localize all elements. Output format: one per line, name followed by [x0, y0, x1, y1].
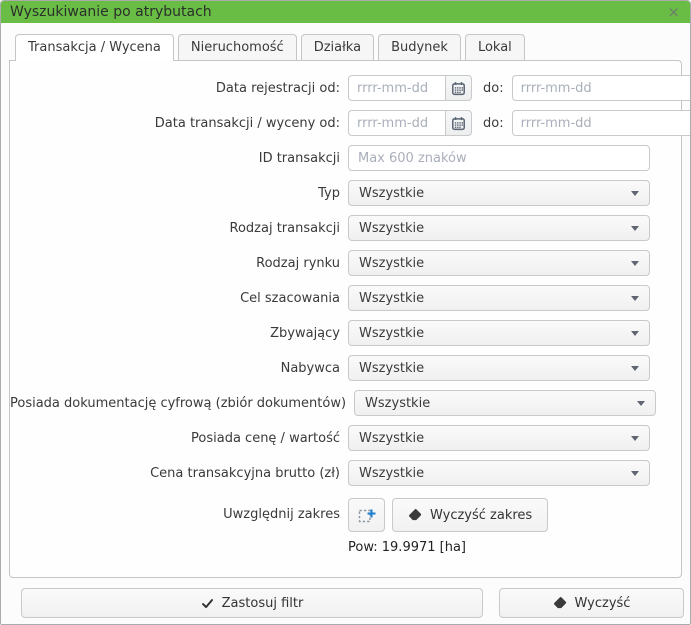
- select-value: Wszystkie: [359, 291, 631, 306]
- chevron-down-icon: [631, 261, 639, 266]
- cel-szacowania-select[interactable]: Wszystkie: [348, 285, 650, 311]
- do-label: do:: [483, 116, 504, 131]
- form-row-dokumentacja-cyfrowa: Posiada dokumentację cyfrową (zbiór doku…: [10, 390, 681, 416]
- date-group: [512, 75, 691, 101]
- field-label: Typ: [10, 186, 348, 201]
- clear-filter-label: Wyczyść: [575, 596, 631, 611]
- field-label: Cena transakcyjna brutto (zł): [10, 466, 348, 481]
- eraser-icon: [408, 508, 422, 522]
- form-row-zbywajacy: Zbywający Wszystkie: [10, 320, 681, 346]
- eraser-icon: [553, 596, 567, 610]
- dialog-footer: Zastosuj filtr Wyczyść: [1, 578, 690, 618]
- tab-bar: Transakcja / Wycena Nieruchomość Działka…: [15, 34, 682, 60]
- select-value: Wszystkie: [359, 186, 631, 201]
- calendar-icon: [451, 81, 466, 96]
- date-group: [512, 110, 691, 136]
- check-icon: [201, 597, 214, 610]
- form-row-cel-szacowania: Cel szacowania Wszystkie: [10, 285, 681, 311]
- form-row-rodzaj-transakcji: Rodzaj transakcji Wszystkie: [10, 215, 681, 241]
- id-transakcji-input[interactable]: [348, 145, 650, 171]
- tab-nieruchomosc[interactable]: Nieruchomość: [178, 34, 297, 60]
- dialog-title: Wyszukiwanie po atrybutach: [10, 1, 665, 23]
- chevron-down-icon: [631, 296, 639, 301]
- data-transakcji-od-input[interactable]: [348, 110, 445, 136]
- form-row-data-rejestracji: Data rejestracji od:: [10, 75, 681, 101]
- data-rejestracji-do-input[interactable]: [512, 75, 691, 101]
- area-value: Pow: 19.9971 [ha]: [348, 540, 650, 555]
- date-group: [348, 110, 472, 136]
- tab-transakcja-wycena[interactable]: Transakcja / Wycena: [15, 34, 174, 61]
- chevron-down-icon: [631, 331, 639, 336]
- field-label: Data transakcji / wyceny od:: [10, 116, 348, 131]
- field-label: Cel szacowania: [10, 291, 348, 306]
- titlebar: Wyszukiwanie po atrybutach ×: [1, 1, 690, 23]
- tab-panel-transakcja-wycena: Data rejestracji od:: [9, 60, 682, 578]
- form-row-uwzglednij-zakres: Uwzględnij zakres: [10, 498, 681, 555]
- form-row-rodzaj-rynku: Rodzaj rynku Wszystkie: [10, 250, 681, 276]
- field-label: Rodzaj rynku: [10, 256, 348, 271]
- select-value: Wszystkie: [365, 396, 637, 411]
- field-label: ID transakcji: [10, 151, 348, 166]
- posiada-cene-select[interactable]: Wszystkie: [348, 425, 650, 451]
- field-label: Data rejestracji od:: [10, 81, 348, 96]
- close-icon[interactable]: ×: [665, 1, 682, 23]
- select-value: Wszystkie: [359, 431, 631, 446]
- rodzaj-transakcji-select[interactable]: Wszystkie: [348, 215, 650, 241]
- form-row-id-transakcji: ID transakcji: [10, 145, 681, 171]
- clear-extent-label: Wyczyść zakres: [430, 508, 532, 523]
- apply-filter-label: Zastosuj filtr: [222, 596, 304, 611]
- typ-select[interactable]: Wszystkie: [348, 180, 650, 206]
- chevron-down-icon: [631, 226, 639, 231]
- field-label: Uwzględnij zakres: [10, 498, 348, 522]
- form-row-nabywca: Nabywca Wszystkie: [10, 355, 681, 381]
- form-row-typ: Typ Wszystkie: [10, 180, 681, 206]
- field-label: Nabywca: [10, 361, 348, 376]
- data-rejestracji-od-input[interactable]: [348, 75, 445, 101]
- select-value: Wszystkie: [359, 221, 631, 236]
- chevron-down-icon: [637, 401, 645, 406]
- tab-budynek[interactable]: Budynek: [378, 34, 461, 60]
- field-label: Posiada dokumentację cyfrową (zbiór doku…: [10, 396, 354, 411]
- chevron-down-icon: [631, 471, 639, 476]
- select-value: Wszystkie: [359, 466, 631, 481]
- field-label: Posiada cenę / wartość: [10, 431, 348, 446]
- chevron-down-icon: [631, 366, 639, 371]
- do-label: do:: [483, 81, 504, 96]
- select-value: Wszystkie: [359, 256, 631, 271]
- zbywajacy-select[interactable]: Wszystkie: [348, 320, 650, 346]
- form-row-data-transakcji-wyceny: Data transakcji / wyceny od:: [10, 110, 681, 136]
- select-area-icon: [357, 505, 377, 525]
- select-value: Wszystkie: [359, 326, 631, 341]
- nabywca-select[interactable]: Wszystkie: [348, 355, 650, 381]
- field-label: Zbywający: [10, 326, 348, 341]
- select-extent-button[interactable]: [348, 498, 385, 532]
- date-group: [348, 75, 472, 101]
- clear-filter-button[interactable]: Wyczyść: [499, 588, 684, 618]
- dokumentacja-cyfrowa-select[interactable]: Wszystkie: [354, 390, 656, 416]
- rodzaj-rynku-select[interactable]: Wszystkie: [348, 250, 650, 276]
- chevron-down-icon: [631, 191, 639, 196]
- form-row-posiada-cene: Posiada cenę / wartość Wszystkie: [10, 425, 681, 451]
- form-row-cena-brutto: Cena transakcyjna brutto (zł) Wszystkie: [10, 460, 681, 486]
- select-value: Wszystkie: [359, 361, 631, 376]
- calendar-icon: [451, 116, 466, 131]
- tab-dzialka[interactable]: Działka: [301, 34, 374, 60]
- clear-extent-button[interactable]: Wyczyść zakres: [392, 498, 548, 532]
- calendar-button[interactable]: [445, 75, 472, 101]
- cena-brutto-select[interactable]: Wszystkie: [348, 460, 650, 486]
- field-label: Rodzaj transakcji: [10, 221, 348, 236]
- chevron-down-icon: [631, 436, 639, 441]
- search-by-attributes-dialog: Wyszukiwanie po atrybutach × Transakcja …: [0, 0, 691, 625]
- tab-lokal[interactable]: Lokal: [465, 34, 525, 60]
- calendar-button[interactable]: [445, 110, 472, 136]
- apply-filter-button[interactable]: Zastosuj filtr: [21, 588, 483, 618]
- data-transakcji-do-input[interactable]: [512, 110, 691, 136]
